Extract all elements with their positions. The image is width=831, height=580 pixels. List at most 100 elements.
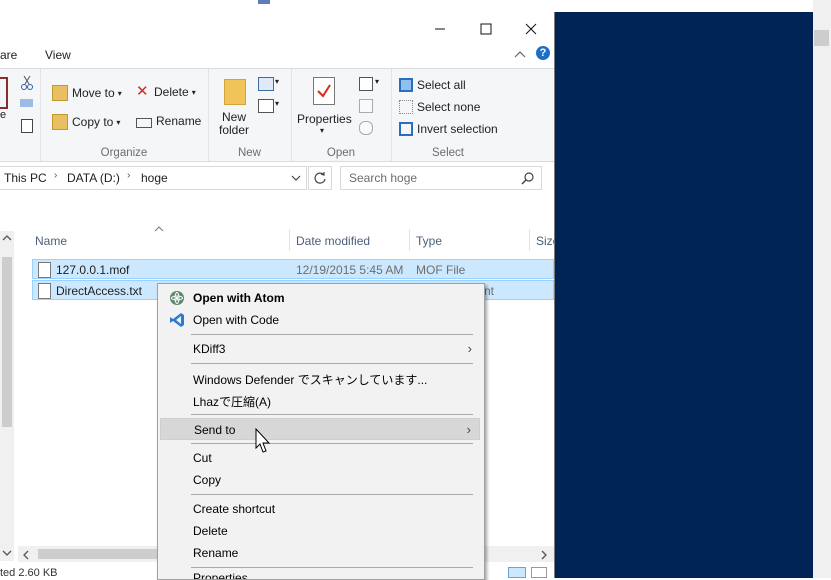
column-header-size[interactable]: Size xyxy=(536,234,554,248)
paste-icon[interactable] xyxy=(0,77,8,109)
new-item-icon[interactable] xyxy=(258,77,274,91)
dropdown-arrow-icon: ▾ xyxy=(117,88,122,98)
details-view-icon[interactable] xyxy=(508,567,526,578)
menu-item-open-with-code[interactable]: Open with Code xyxy=(160,309,480,331)
invert-selection-label: Invert selection xyxy=(417,122,498,136)
file-date: 12/19/2015 5:45 AM xyxy=(296,263,404,277)
select-none-button[interactable]: Select none xyxy=(399,100,480,114)
history-icon[interactable] xyxy=(359,121,373,135)
file-type: nt xyxy=(484,284,495,298)
column-header-date-modified[interactable]: Date modified xyxy=(296,234,370,248)
properties-button[interactable]: Properties xyxy=(297,112,352,126)
scroll-right-icon[interactable] xyxy=(540,550,548,560)
menu-separator xyxy=(191,443,473,444)
scroll-left-icon[interactable] xyxy=(22,550,30,560)
tab-view[interactable]: View xyxy=(45,48,71,62)
search-icon[interactable] xyxy=(521,171,535,185)
rename-button[interactable]: Rename xyxy=(136,114,201,128)
ribbon: e Move to ▾ Copy to ▾ ✕ Delete ▾ Rename … xyxy=(0,68,554,162)
column-divider[interactable] xyxy=(289,229,290,251)
menu-label: Rename xyxy=(193,546,239,560)
invert-selection-button[interactable]: Invert selection xyxy=(399,122,498,136)
select-all-button[interactable]: Select all xyxy=(399,78,466,92)
close-button[interactable] xyxy=(511,16,551,42)
paste-shortcut-icon[interactable] xyxy=(21,119,33,133)
cut-icon[interactable] xyxy=(20,75,34,91)
vscode-icon xyxy=(170,313,184,327)
menu-item-windows-defender[interactable]: Windows Defender でスキャンしています... xyxy=(160,367,480,389)
background-scrollbar[interactable] xyxy=(813,0,831,578)
ribbon-tabs: are View ? xyxy=(0,44,554,66)
menu-label: Open with Code xyxy=(193,313,280,327)
menu-item-create-shortcut[interactable]: Create shortcut xyxy=(160,498,480,520)
delete-x-icon: ✕ xyxy=(136,83,149,100)
background-scroll-thumb[interactable] xyxy=(814,30,829,46)
delete-button[interactable]: ✕ Delete ▾ xyxy=(136,83,196,100)
menu-item-kdiff3[interactable]: KDiff3 › xyxy=(160,338,480,360)
menu-label: Copy xyxy=(193,473,222,487)
collapse-ribbon-icon[interactable] xyxy=(514,49,526,59)
navigation-scroll-thumb[interactable] xyxy=(2,257,12,427)
folder-move-icon xyxy=(52,85,68,101)
address-bar[interactable]: This PC › DATA (D:) › hoge xyxy=(0,166,307,190)
breadcrumb-data-drive[interactable]: DATA (D:) xyxy=(67,171,120,185)
search-box[interactable]: Search hoge xyxy=(340,166,542,190)
minimize-button[interactable] xyxy=(420,16,460,42)
copy-path-icon[interactable] xyxy=(20,99,33,107)
large-icons-view-icon[interactable] xyxy=(531,567,547,578)
menu-label: Send to xyxy=(194,423,236,437)
menu-item-copy[interactable]: Copy xyxy=(160,469,480,491)
select-all-icon xyxy=(399,78,413,92)
horizontal-scroll-thumb[interactable] xyxy=(38,549,158,559)
navigation-pane-scrollbar[interactable] xyxy=(0,231,14,561)
scroll-down-icon[interactable] xyxy=(2,549,12,557)
open-icon[interactable] xyxy=(359,77,373,91)
select-none-label: Select none xyxy=(417,100,481,114)
help-icon[interactable]: ? xyxy=(536,46,550,60)
menu-item-cut[interactable]: Cut xyxy=(160,447,480,469)
maximize-button[interactable] xyxy=(466,16,506,42)
menu-item-send-to[interactable]: Send to › xyxy=(160,418,480,440)
menu-item-lhaz[interactable]: Lhazで圧縮(A) xyxy=(160,389,480,411)
menu-item-delete[interactable]: Delete xyxy=(160,520,480,542)
edit-icon[interactable] xyxy=(359,99,373,113)
column-header-type[interactable]: Type xyxy=(416,234,442,248)
breadcrumb-chevron-icon[interactable]: › xyxy=(127,170,130,181)
column-divider[interactable] xyxy=(409,229,410,251)
menu-label: Delete xyxy=(193,524,228,538)
menu-label: Windows Defender でスキャンしています... xyxy=(193,373,428,387)
folder-copy-icon xyxy=(52,114,68,130)
open-group: Properties ▾ ▾ Open xyxy=(291,69,392,161)
column-divider[interactable] xyxy=(529,229,530,251)
properties-icon[interactable] xyxy=(313,77,335,105)
tab-share[interactable]: are xyxy=(0,48,17,62)
submenu-arrow-icon: › xyxy=(466,422,471,437)
new-folder-button[interactable]: New folder xyxy=(218,111,250,137)
invert-selection-icon xyxy=(399,122,413,136)
new-folder-icon[interactable] xyxy=(224,79,246,105)
dropdown-arrow-icon: ▾ xyxy=(116,117,121,127)
search-input[interactable]: Search hoge xyxy=(349,171,417,185)
table-row[interactable]: 127.0.0.1.mof 12/19/2015 5:45 AM MOF Fil… xyxy=(32,259,554,279)
chevron-down-icon[interactable] xyxy=(291,175,301,182)
breadcrumb-hoge[interactable]: hoge xyxy=(141,171,168,185)
breadcrumb-this-pc[interactable]: This PC xyxy=(4,171,47,185)
breadcrumb-chevron-icon[interactable]: › xyxy=(54,170,57,181)
file-name: DirectAccess.txt xyxy=(56,284,143,298)
copy-to-button[interactable]: Copy to ▾ xyxy=(52,114,120,130)
menu-label: KDiff3 xyxy=(193,342,226,356)
column-header-name[interactable]: Name xyxy=(35,234,67,248)
menu-item-open-with-atom[interactable]: Open with Atom xyxy=(160,287,480,309)
file-icon xyxy=(38,262,51,278)
menu-label: Open with Atom xyxy=(193,291,285,305)
minimize-icon xyxy=(435,28,445,30)
select-group-label: Select xyxy=(432,147,464,159)
scroll-up-icon[interactable] xyxy=(2,234,12,242)
menu-item-rename[interactable]: Rename xyxy=(160,542,480,564)
select-group: Select all Select none Invert selection … xyxy=(391,69,505,161)
dropdown-arrow-icon: ▾ xyxy=(320,126,325,135)
easy-access-icon[interactable] xyxy=(258,99,274,113)
sort-ascending-icon xyxy=(154,226,164,232)
refresh-button[interactable] xyxy=(308,166,332,190)
move-to-button[interactable]: Move to ▾ xyxy=(52,85,122,101)
